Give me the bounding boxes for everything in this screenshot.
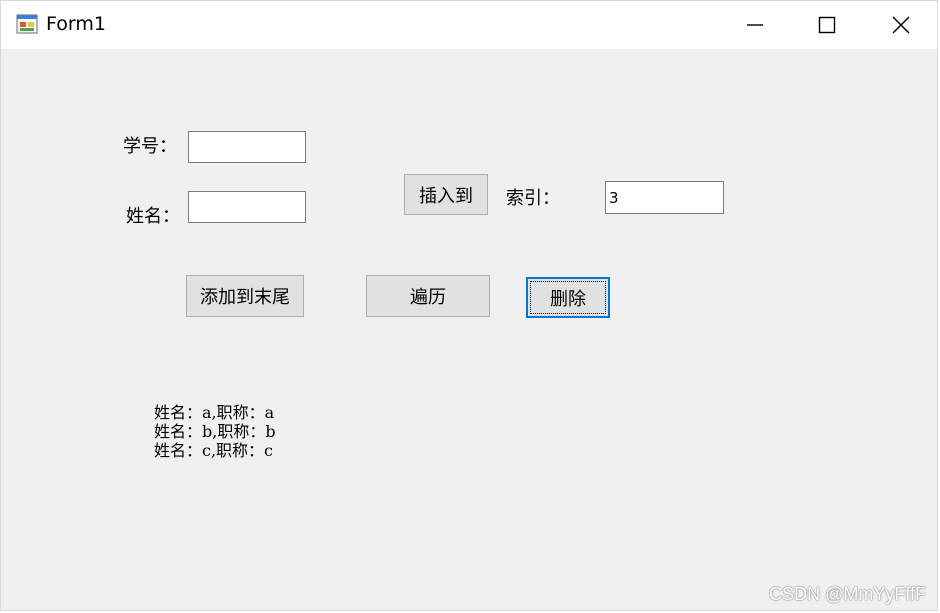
append-to-end-button[interactable]: 添加到末尾 — [186, 275, 304, 317]
minimize-button[interactable] — [719, 1, 791, 49]
form1-window: Form1 学号： 姓名： 插入到 索引： 添加到末尾 遍历 — [0, 0, 938, 611]
index-input[interactable] — [605, 181, 724, 214]
window-title: Form1 — [46, 13, 106, 35]
traverse-button[interactable]: 遍历 — [366, 275, 490, 317]
name-label: 姓名： — [126, 206, 180, 227]
insert-button[interactable]: 插入到 — [404, 174, 488, 215]
name-input[interactable] — [188, 191, 306, 223]
watermark-text: CSDN @MmYyFffF — [769, 584, 926, 604]
maximize-button[interactable] — [791, 1, 863, 49]
minimize-icon — [747, 24, 763, 26]
title-bar[interactable]: Form1 — [1, 1, 937, 49]
student-id-label: 学号： — [123, 136, 177, 157]
output-line: 姓名：b,职称：b — [154, 422, 276, 441]
index-label: 索引： — [506, 188, 560, 209]
output-line: 姓名：a,职称：a — [154, 403, 275, 422]
student-id-input[interactable] — [188, 131, 306, 163]
close-icon — [892, 16, 910, 34]
maximize-icon — [818, 16, 836, 34]
close-button[interactable] — [865, 1, 937, 49]
delete-button[interactable]: 删除 — [526, 277, 610, 318]
delete-button-label: 删除 — [550, 288, 586, 310]
form-client-area: 学号： 姓名： 插入到 索引： 添加到末尾 遍历 删除 姓名：a,职称：a 姓名… — [1, 49, 937, 610]
output-list: 姓名：a,职称：a 姓名：b,职称：b 姓名：c,职称：c — [154, 403, 276, 460]
output-line: 姓名：c,职称：c — [154, 441, 274, 460]
app-icon — [16, 14, 38, 34]
